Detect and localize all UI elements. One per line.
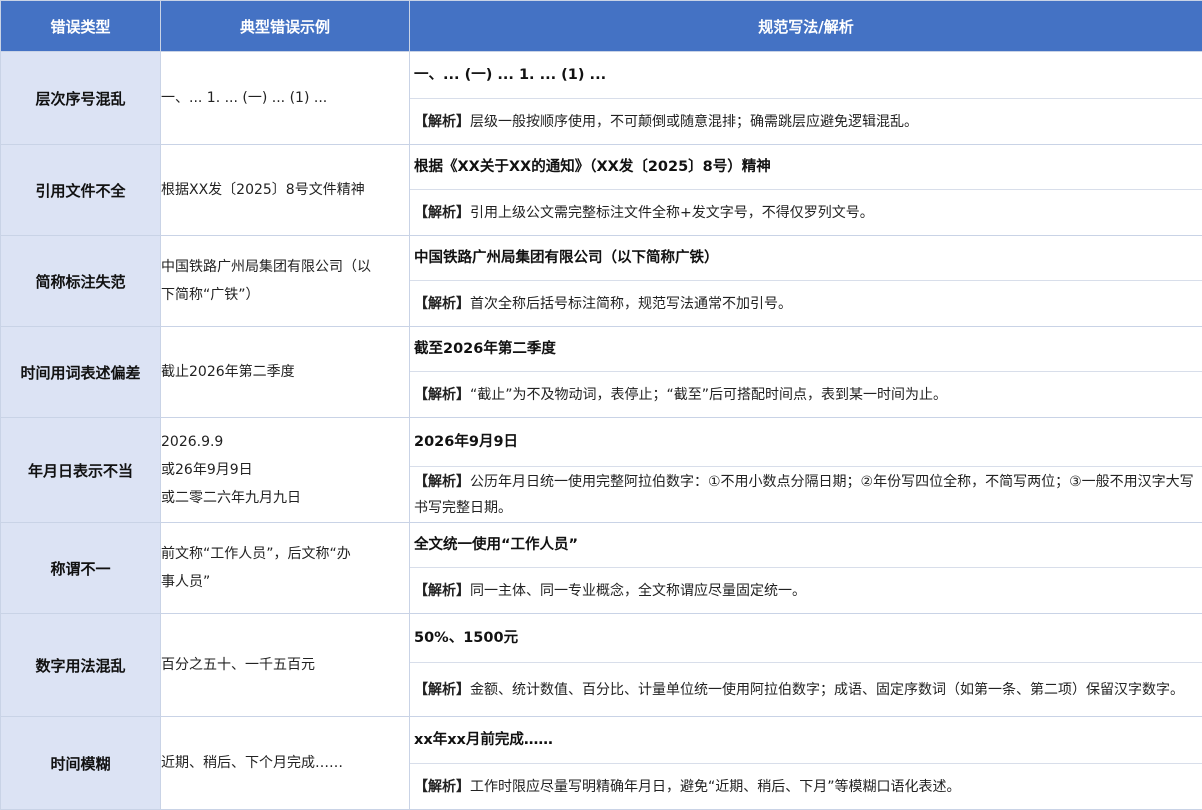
table-row: 年月日表示不当2026.9.9或26年9月9日或二零二六年九月九日2026年9月… (1, 418, 1202, 523)
example-line: 前文称“工作人员”，后文称“办 (161, 540, 409, 568)
analysis-text: 【解析】公历年月日统一使用完整阿拉伯数字：①不用小数点分隔日期；②年份写四位全称… (414, 469, 1198, 521)
analysis-tag: 【解析】 (414, 583, 470, 599)
error-type-cell: 层次序号混乱 (1, 52, 161, 145)
example-line: 根据XX发〔2025〕8号文件精神 (161, 176, 409, 204)
analysis-tag: 【解析】 (414, 779, 470, 795)
example-cell: 根据XX发〔2025〕8号文件精神 (161, 145, 410, 236)
header-row: 错误类型 典型错误示例 规范写法/解析 (1, 1, 1202, 52)
error-type-cell: 引用文件不全 (1, 145, 161, 236)
error-table: 错误类型 典型错误示例 规范写法/解析 层次序号混乱一、... 1. ... (… (0, 0, 1202, 810)
standard-cell: xx年xx月前完成…… 【解析】工作时限应尽量写明精确年月日，避免“近期、稍后、下… (410, 717, 1202, 810)
example-cell: 前文称“工作人员”，后文称“办事人员” (161, 523, 410, 614)
analysis-text: 【解析】工作时限应尽量写明精确年月日，避免“近期、稍后、下月”等模糊口语化表述。 (414, 774, 961, 800)
standard-cell: 中国铁路广州局集团有限公司（以下简称广铁） 【解析】首次全称后括号标注简称，规范写… (410, 236, 1202, 327)
example-cell: 截止2026年第二季度 (161, 327, 410, 418)
analysis-body: “截止”为不及物动词，表停止；“截至”后可搭配时间点，表到某一时间为止。 (470, 387, 947, 403)
correct-form: 根据《XX关于XX的通知》（XX发〔2025〕8号）精神 (414, 156, 771, 178)
example-cell: 百分之五十、一千五百元 (161, 614, 410, 717)
analysis-text: 【解析】“截止”为不及物动词，表停止；“截至”后可搭配时间点，表到某一时间为止。 (414, 382, 947, 408)
table-row: 引用文件不全根据XX发〔2025〕8号文件精神根据《XX关于XX的通知》（XX发… (1, 145, 1202, 236)
standard-cell: 2026年9月9日【解析】公历年月日统一使用完整阿拉伯数字：①不用小数点分隔日期… (410, 418, 1202, 523)
table-row: 层次序号混乱一、... 1. ... (一) ... (1) ...一、... … (1, 52, 1202, 145)
analysis-text: 【解析】首次全称后括号标注简称，规范写法通常不加引号。 (414, 291, 792, 317)
error-type-cell: 时间模糊 (1, 717, 161, 810)
header-error-type: 错误类型 (1, 1, 161, 52)
correct-form: xx年xx月前完成…… (414, 729, 553, 751)
correct-form: 一、... (一) ... 1. ... (1) ... (414, 64, 606, 86)
example-line: 事人员” (161, 568, 409, 596)
error-type-cell: 数字用法混乱 (1, 614, 161, 717)
table-row: 数字用法混乱百分之五十、一千五百元50%、1500元【解析】金额、统计数值、百分… (1, 614, 1202, 717)
analysis-body: 同一主体、同一专业概念，全文称谓应尽量固定统一。 (470, 583, 806, 599)
analysis-text: 【解析】金额、统计数值、百分比、计量单位统一使用阿拉伯数字；成语、固定序数词（如… (414, 677, 1184, 703)
standard-cell: 一、... (一) ... 1. ... (1) ... 【解析】层级一般按顺序使… (410, 52, 1202, 145)
standard-cell: 全文统一使用“工作人员” 【解析】同一主体、同一专业概念，全文称谓应尽量固定统一。 (410, 523, 1202, 614)
example-cell: 近期、稍后、下个月完成…… (161, 717, 410, 810)
correct-form: 全文统一使用“工作人员” (414, 534, 578, 556)
table-row: 简称标注失范中国铁路广州局集团有限公司（以下简称“广铁”）中国铁路广州局集团有限… (1, 236, 1202, 327)
header-typical-example: 典型错误示例 (161, 1, 410, 52)
correct-form: 2026年9月9日 (414, 431, 518, 453)
analysis-tag: 【解析】 (414, 205, 470, 221)
analysis-tag: 【解析】 (414, 296, 470, 312)
analysis-body: 首次全称后括号标注简称，规范写法通常不加引号。 (470, 296, 792, 312)
correct-form: 截至2026年第二季度 (414, 338, 556, 360)
analysis-body: 引用上级公文需完整标注文件全称+发文字号，不得仅罗列文号。 (470, 205, 874, 221)
standard-cell: 根据《XX关于XX的通知》（XX发〔2025〕8号）精神【解析】引用上级公文需完… (410, 145, 1202, 236)
analysis-tag: 【解析】 (414, 114, 470, 130)
error-type-cell: 简称标注失范 (1, 236, 161, 327)
analysis-tag: 【解析】 (414, 474, 470, 490)
example-cell: 一、... 1. ... (一) ... (1) ... (161, 52, 410, 145)
example-cell: 2026.9.9或26年9月9日或二零二六年九月九日 (161, 418, 410, 523)
example-line: 一、... 1. ... (一) ... (1) ... (161, 84, 409, 112)
example-line: 或二零二六年九月九日 (161, 484, 409, 512)
header-standard-writing: 规范写法/解析 (410, 1, 1202, 52)
example-line: 中国铁路广州局集团有限公司（以 (161, 253, 409, 281)
analysis-tag: 【解析】 (414, 682, 470, 698)
analysis-body: 公历年月日统一使用完整阿拉伯数字：①不用小数点分隔日期；②年份写四位全称，不简写… (414, 474, 1194, 516)
standard-cell: 截至2026年第二季度【解析】“截止”为不及物动词，表停止；“截至”后可搭配时间… (410, 327, 1202, 418)
table-row: 时间模糊近期、稍后、下个月完成……xx年xx月前完成…… 【解析】工作时限应尽量写… (1, 717, 1202, 810)
table-row: 称谓不一前文称“工作人员”，后文称“办事人员”全文统一使用“工作人员” 【解析】同… (1, 523, 1202, 614)
example-line: 近期、稍后、下个月完成…… (161, 749, 409, 777)
correct-form: 50%、1500元 (414, 627, 518, 649)
analysis-text: 【解析】同一主体、同一专业概念，全文称谓应尽量固定统一。 (414, 578, 806, 604)
error-type-cell: 时间用词表述偏差 (1, 327, 161, 418)
analysis-text: 【解析】引用上级公文需完整标注文件全称+发文字号，不得仅罗列文号。 (414, 200, 874, 226)
analysis-text: 【解析】层级一般按顺序使用，不可颠倒或随意混排；确需跳层应避免逻辑混乱。 (414, 109, 918, 135)
table-row: 时间用词表述偏差截止2026年第二季度截至2026年第二季度【解析】“截止”为不… (1, 327, 1202, 418)
example-cell: 中国铁路广州局集团有限公司（以下简称“广铁”） (161, 236, 410, 327)
standard-cell: 50%、1500元【解析】金额、统计数值、百分比、计量单位统一使用阿拉伯数字；成… (410, 614, 1202, 717)
analysis-body: 层级一般按顺序使用，不可颠倒或随意混排；确需跳层应避免逻辑混乱。 (470, 114, 918, 130)
analysis-body: 金额、统计数值、百分比、计量单位统一使用阿拉伯数字；成语、固定序数词（如第一条、… (470, 682, 1184, 698)
error-type-cell: 称谓不一 (1, 523, 161, 614)
error-type-cell: 年月日表示不当 (1, 418, 161, 523)
example-line: 2026.9.9 (161, 428, 409, 456)
correct-form: 中国铁路广州局集团有限公司（以下简称广铁） (414, 247, 719, 269)
example-line: 百分之五十、一千五百元 (161, 651, 409, 679)
example-line: 或26年9月9日 (161, 456, 409, 484)
analysis-tag: 【解析】 (414, 387, 470, 403)
example-line: 下简称“广铁”） (161, 281, 409, 309)
analysis-body: 工作时限应尽量写明精确年月日，避免“近期、稍后、下月”等模糊口语化表述。 (470, 779, 961, 795)
example-line: 截止2026年第二季度 (161, 358, 409, 386)
